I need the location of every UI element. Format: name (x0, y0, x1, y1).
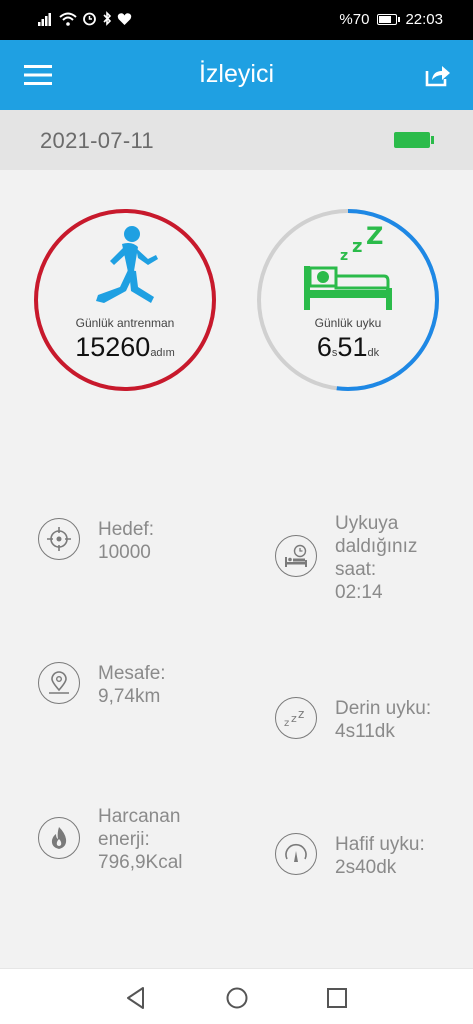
activity-value: 15260adım (33, 332, 217, 363)
signal-icon (38, 12, 51, 26)
distance-stat: Mesafe: 9,74km (38, 662, 166, 708)
svg-text:z: z (298, 707, 304, 721)
back-triangle-icon[interactable] (123, 985, 149, 1011)
status-bar: %70 22:03 (0, 0, 473, 40)
svg-text:z: z (340, 248, 348, 264)
wifi-icon (59, 12, 77, 26)
bluetooth-icon (103, 11, 112, 26)
svg-text:z: z (291, 712, 297, 725)
date-label[interactable]: 2021-07-11 (40, 128, 154, 154)
home-circle-icon[interactable] (224, 985, 250, 1011)
sleep-minutes-unit: dk (367, 347, 380, 359)
running-man-icon (96, 226, 158, 303)
alarm-icon (83, 12, 96, 26)
sleeping-bed-icon: z z Z (304, 226, 392, 310)
sleep-minutes: 51 (337, 332, 368, 362)
goal-text: Hedef: 10000 (98, 519, 154, 563)
page-title: İzleyici (198, 60, 274, 88)
sleep-time-stat: Uykuya daldığınız saat: 02:14 (275, 512, 417, 604)
deep-sleep-stat: z z z Derin uyku: 4s11dk (275, 697, 431, 743)
daily-activity-ring[interactable]: Günlük antrenman 15260adım (33, 208, 217, 392)
recents-square-icon[interactable] (324, 985, 350, 1011)
daily-sleep-ring[interactable]: z z Z Günlük uyku 6s51dk (256, 208, 440, 392)
sleep-time-text: Uykuya daldığınız saat: 02:14 (335, 513, 418, 603)
system-nav-bar (0, 968, 473, 1024)
share-icon[interactable] (423, 62, 451, 88)
activity-label: Günlük antrenman (75, 316, 175, 330)
goal-stat: Hedef: 10000 (38, 518, 154, 564)
energy-text: Harcanan enerji: 796,9Kcal (98, 806, 183, 873)
distance-text: Mesafe: 9,74km (98, 663, 166, 707)
bed-clock-icon (275, 535, 317, 577)
flame-icon (38, 817, 80, 859)
sleep-value: 6s51dk (256, 332, 440, 363)
clock: 22:03 (405, 11, 443, 28)
sleep-hours: 6 (316, 332, 332, 362)
svg-text:z: z (352, 236, 362, 257)
date-band: 2021-07-11 (0, 110, 473, 170)
light-sleep-stat: Hafif uyku: 2s40dk (275, 833, 425, 879)
app-bar: İzleyici (0, 40, 473, 110)
zzz-icon: z z z (275, 697, 317, 739)
energy-stat: Harcanan enerji: 796,9Kcal (38, 805, 183, 874)
steps-count: 15260 (75, 332, 151, 362)
battery-percent: %70 (339, 11, 370, 28)
svg-text:z: z (284, 718, 289, 729)
steps-unit: adım (150, 347, 175, 359)
light-sleep-text: Hafif uyku: 2s40dk (335, 834, 425, 878)
location-pin-icon (38, 662, 80, 704)
status-right: %70 22:03 (339, 11, 443, 28)
deep-sleep-text: Derin uyku: 4s11dk (335, 698, 432, 742)
battery-full-icon (394, 132, 434, 148)
gauge-icon (275, 833, 317, 875)
battery-icon (377, 14, 401, 25)
heart-icon (117, 12, 132, 25)
sleep-label: Günlük uyku (314, 316, 382, 330)
svg-text:Z: Z (366, 226, 383, 250)
target-icon (38, 518, 80, 560)
status-icons (38, 11, 132, 26)
